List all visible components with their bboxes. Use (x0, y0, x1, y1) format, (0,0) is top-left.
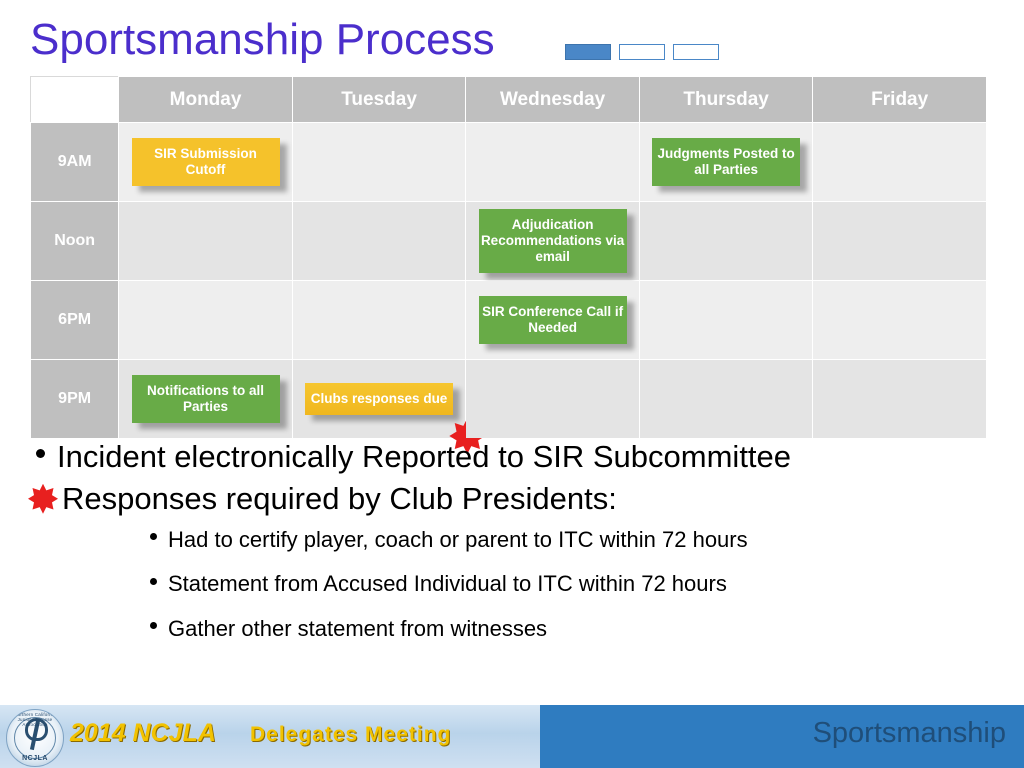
time-label-6pm: 6PM (29, 280, 120, 360)
table-corner-cell (29, 76, 120, 123)
cell-wednesday-noon: Adjudication Recommendations via email (465, 201, 640, 281)
cell-thursday-9pm (638, 359, 814, 439)
event-notifications-to-all-parties: Notifications to all Parties (131, 375, 280, 423)
logo-label: NCJLA (22, 755, 48, 762)
cell-friday-9am (812, 122, 987, 202)
cell-tuesday-9am (291, 122, 467, 202)
weekly-schedule-table: Monday Tuesday Wednesday Thursday Friday… (29, 76, 987, 454)
cell-friday-noon (812, 201, 987, 281)
cell-monday-9pm: Notifications to all Parties (118, 359, 293, 439)
time-label-9pm: 9PM (29, 359, 120, 439)
footer-meeting-label: Delegates Meeting (250, 723, 452, 746)
day-header-wednesday: Wednesday (465, 76, 640, 123)
title-decoration-bar-1 (565, 44, 611, 60)
starburst-icon (28, 483, 58, 514)
footer-left-banner: Northern California Junior Lacrosse Asso… (0, 705, 540, 768)
cell-wednesday-9pm (465, 359, 640, 439)
day-header-monday: Monday (118, 76, 293, 123)
day-header-thursday: Thursday (638, 76, 814, 123)
title-decoration-bar-3 (673, 44, 719, 60)
sub-bullet-certify: Had to certify player, coach or parent t… (28, 527, 1008, 553)
cell-monday-noon (118, 201, 293, 281)
table-row: 9AM SIR Submission Cutoff Judgments Post… (29, 122, 987, 202)
day-header-friday: Friday (812, 76, 987, 123)
event-sir-conference-call: SIR Conference Call if Needed (478, 296, 627, 344)
footer-section-label: Sportsmanship (812, 717, 1006, 749)
event-judgments-posted: Judgments Posted to all Parties (652, 138, 801, 186)
footer-year-label: 2014 NCJLA (70, 719, 216, 747)
cell-friday-9pm (812, 359, 987, 439)
cell-tuesday-noon (291, 201, 467, 281)
event-clubs-responses-due: Clubs responses due (305, 383, 454, 415)
bullet-incident-reported: Incident electronically Reported to SIR … (28, 438, 1008, 477)
sub-bullet-gather-witness-text: Gather other statement from witnesses (168, 615, 548, 641)
cell-tuesday-9pm: Clubs responses due (291, 359, 486, 454)
cell-thursday-6pm (638, 280, 814, 360)
page-title: Sportsmanship Process (30, 15, 495, 64)
table-header-row: Monday Tuesday Wednesday Thursday Friday (29, 76, 987, 123)
bullet-responses-required: Responses required by Club Presidents: (28, 481, 1008, 517)
event-adjudication-recommendations: Adjudication Recommendations via email (478, 209, 627, 273)
cell-monday-9am: SIR Submission Cutoff (118, 122, 293, 202)
event-sir-submission-cutoff: SIR Submission Cutoff (131, 138, 280, 186)
time-label-noon: Noon (29, 201, 120, 281)
cell-friday-6pm (812, 280, 987, 360)
cell-thursday-9am: Judgments Posted to all Parties (638, 122, 814, 202)
day-header-tuesday: Tuesday (291, 76, 467, 123)
bullet-incident-reported-text: Incident electronically Reported to SIR … (57, 439, 792, 474)
sub-bullet-certify-text: Had to certify player, coach or parent t… (168, 526, 748, 552)
bullet-dot-icon (150, 577, 157, 585)
logo-arc-text: Northern California Junior Lacrosse Asso… (14, 712, 56, 727)
sub-bullet-statement-accused-text: Statement from Accused Individual to ITC… (168, 571, 727, 597)
table-row: Noon Adjudication Recommendations via em… (29, 201, 987, 281)
cell-wednesday-6pm: SIR Conference Call if Needed (465, 280, 640, 360)
sub-bullet-gather-witness: Gather other statement from witnesses (28, 616, 1008, 642)
slide-footer: Northern California Junior Lacrosse Asso… (0, 705, 1024, 768)
ncjla-logo-icon: Northern California Junior Lacrosse Asso… (6, 709, 64, 767)
bullet-list: Incident electronically Reported to SIR … (28, 438, 1008, 660)
title-decoration-bar-2 (619, 44, 665, 60)
bullet-dot-icon (150, 622, 157, 630)
time-label-9am: 9AM (29, 122, 120, 202)
cell-tuesday-6pm (291, 280, 467, 360)
bullet-dot-icon (150, 533, 157, 541)
bullet-responses-required-text: Responses required by Club Presidents: (62, 480, 617, 516)
cell-wednesday-9am (465, 122, 640, 202)
cell-thursday-noon (638, 201, 814, 281)
table-row: 9PM Notifications to all Parties Clubs r… (29, 359, 987, 454)
bullet-dot-icon (36, 449, 45, 459)
cell-monday-6pm (118, 280, 293, 360)
table-row: 6PM SIR Conference Call if Needed (29, 280, 987, 360)
sub-bullet-statement-accused: Statement from Accused Individual to ITC… (28, 571, 1008, 597)
